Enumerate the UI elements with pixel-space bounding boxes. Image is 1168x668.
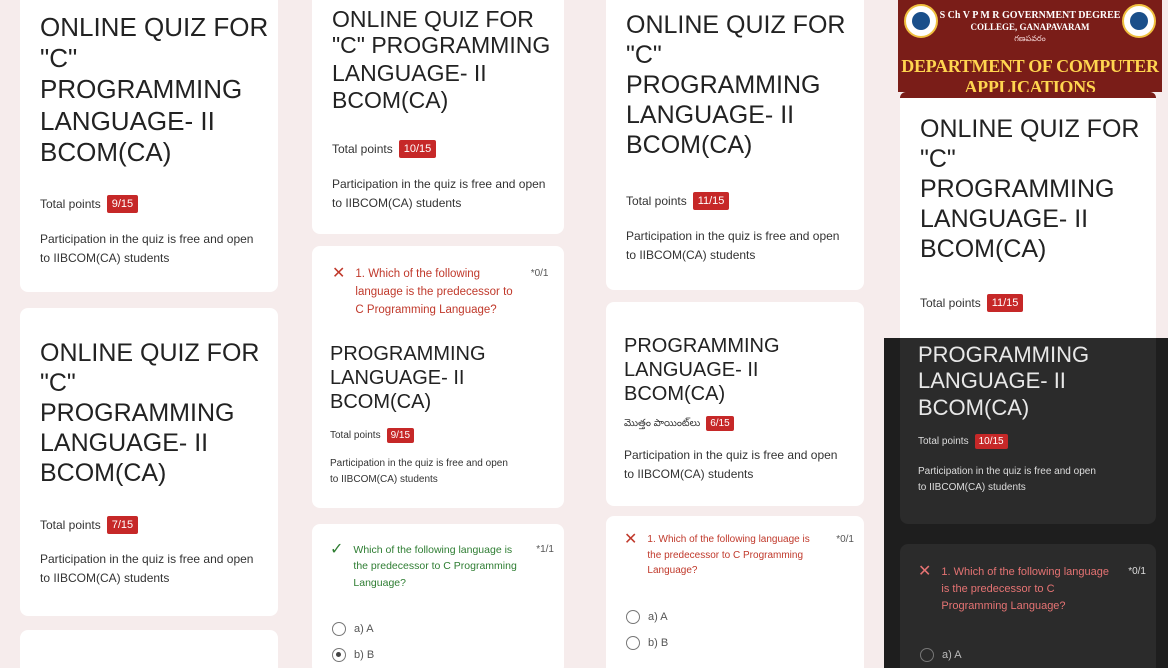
question-1[interactable]: ✕ 1. Which of the following language is … — [624, 532, 854, 579]
total-points-label: మొత్తం పాయింట్‌లు — [624, 417, 701, 429]
screenshot-tile-7: PROGRAMMING LANGUAGE- II BCOM(CA) మొత్తం ప… — [586, 338, 884, 668]
quiz-header-card: PROGRAMMING LANGUAGE- II BCOM(CA) Total po… — [900, 338, 1156, 524]
quiz-description: Participation in the quiz is free and op… — [40, 552, 254, 585]
option-a[interactable]: a) A — [332, 622, 374, 636]
total-points-label: Total points — [330, 430, 381, 441]
college-banner: S Ch V P M R GOVERNMENT DEGREE COLLEGE, … — [898, 0, 1162, 97]
option-label: a) A — [942, 649, 962, 661]
option-label: a) A — [648, 611, 668, 623]
score-badge: 10/15 — [974, 434, 1008, 449]
total-points: Total points 7/15 — [40, 516, 139, 534]
check-icon: ✓ — [330, 541, 344, 558]
total-points: Total points 9/15 — [40, 195, 139, 213]
score-badge: 6/15 — [706, 416, 734, 431]
quiz-title: ONLINE QUIZ FOR "C" PROGRAMMING LANGUAGE- I… — [40, 12, 269, 167]
question-card: ✕ 1. Which of the following language is … — [900, 544, 1156, 668]
question-1[interactable]: ✕ 1. Which of the following language is t… — [332, 265, 554, 319]
score-badge: 9/15 — [386, 428, 415, 443]
screenshot-tile-4: S Ch V P M R GOVERNMENT DEGREE COLLEGE, … — [884, 0, 1168, 338]
total-points-label: Total points — [40, 197, 101, 211]
question-points: *0/1 — [1128, 566, 1146, 577]
cross-icon: ✕ — [624, 531, 638, 548]
quiz-title: ONLINE QUIZ FOR "C" PROGRAMMING LANGUAGE- I… — [40, 339, 260, 487]
quiz-header-card: ONLINE QUIZ FOR "C" PROGRAMMING LANGUAGE- I… — [900, 92, 1156, 338]
quiz-header-card: PROGRAMMING LANGUAGE- II BCOM(CA) మొత్తం ప… — [606, 338, 864, 506]
question-card: ✕ 1. Which of the following language is … — [606, 516, 864, 668]
score-badge: 10/15 — [398, 140, 437, 158]
score-badge: 11/15 — [692, 192, 730, 210]
quiz-title: ONLINE QUIZ FOR — [332, 6, 534, 32]
question-text: 1. Which of the following language is th… — [647, 534, 810, 576]
cross-icon: ✕ — [918, 563, 932, 580]
total-points-label: Total points — [332, 142, 393, 156]
quiz-description: Participation in the quiz is free and op… — [624, 448, 838, 481]
question-points: *1/1 — [536, 544, 554, 555]
option-a[interactable]: a) A — [920, 648, 962, 662]
total-points: Total points 11/15 — [626, 192, 730, 210]
quiz-description: Participation in the quiz is free and op… — [918, 466, 1096, 493]
question-text: 1. Which of the following language is the… — [355, 268, 513, 316]
total-points-label: Total points — [918, 436, 969, 447]
quiz-header-card: ONLINE QUIZ FOR "C" PROGRAMMING LANGUAGE- I… — [606, 0, 864, 290]
option-label: a) A — [354, 623, 374, 635]
question-card — [20, 308, 278, 338]
screenshot-tile-1: ONLINE QUIZ FOR "C" PROGRAMMING LANGUAGE- I… — [0, 0, 292, 338]
quiz-title: ONLINE QUIZ FOR "C" PROGRAMMING LANGUAGE- I… — [920, 115, 1140, 263]
quiz-header-card: PROGRAMMING LANGUAGE- II BCOM(CA) Total po… — [312, 338, 564, 508]
quiz-header-card: ONLINE QUIZ FOR "C" PROGRAMMING LANGUAGE-… — [312, 0, 564, 234]
total-points: మొత్తం పాయింట్‌లు 6/15 — [624, 416, 734, 431]
total-points: Total points 10/15 — [918, 434, 1008, 449]
quiz-header-card: ONLINE QUIZ FOR "C" PROGRAMMING LANGUAGE- I… — [20, 338, 278, 616]
score-badge: 7/15 — [106, 516, 139, 534]
screenshot-tile-6: PROGRAMMING LANGUAGE- II BCOM(CA) Total po… — [292, 338, 586, 668]
question-card — [20, 630, 278, 668]
cross-icon: ✕ — [332, 265, 346, 282]
total-points-label: Total points — [920, 296, 981, 310]
screenshot-tile-3: ONLINE QUIZ FOR "C" PROGRAMMING LANGUAGE- I… — [586, 0, 884, 338]
score-badge: 9/15 — [106, 195, 139, 213]
quiz-title: PROGRAMMING LANGUAGE- II BCOM(CA) — [624, 338, 780, 405]
radio-icon[interactable] — [332, 622, 346, 636]
radio-icon[interactable] — [626, 610, 640, 624]
option-label: b) B — [354, 649, 375, 661]
option-b[interactable]: b) B — [332, 648, 374, 662]
question-1[interactable]: ✓ Which of the following language is the… — [330, 542, 554, 591]
score-badge: 11/15 — [986, 294, 1024, 312]
quiz-title: ONLINE QUIZ FOR "C" PROGRAMMING LANGUAGE- I… — [626, 11, 846, 159]
quiz-title-cont: "C" PROGRAMMING LANGUAGE- II BCOM(CA) — [332, 32, 551, 114]
quiz-header-card: ONLINE QUIZ FOR "C" PROGRAMMING LANGUAGE- I… — [20, 0, 278, 292]
screenshot-tile-8: PROGRAMMING LANGUAGE- II BCOM(CA) Total po… — [884, 338, 1168, 668]
quiz-description: Participation in the quiz is free and op… — [332, 177, 546, 210]
screenshot-tile-5: ONLINE QUIZ FOR "C" PROGRAMMING LANGUAGE- I… — [0, 338, 292, 668]
question-text: 1. Which of the following language is th… — [941, 566, 1109, 613]
total-points-label: Total points — [40, 518, 101, 532]
option-b[interactable]: b) B — [626, 636, 668, 650]
card-accent-bar — [900, 92, 1156, 98]
radio-icon[interactable] — [920, 648, 934, 662]
quiz-title: PROGRAMMING LANGUAGE- II BCOM(CA) — [918, 342, 1090, 420]
question-points: *0/1 — [530, 268, 549, 279]
question-points: *0/1 — [836, 534, 854, 545]
college-name-telugu: గణపవరం — [1014, 34, 1046, 43]
college-name-line2: COLLEGE, GANAPAVARAM — [970, 22, 1090, 32]
option-label: b) B — [648, 637, 669, 649]
radio-icon[interactable] — [626, 636, 640, 650]
screenshot-tile-2: ONLINE QUIZ FOR "C" PROGRAMMING LANGUAGE-… — [292, 0, 586, 338]
total-points: Total points 10/15 — [332, 140, 437, 158]
question-text: Which of the following language is the p… — [353, 544, 517, 589]
total-points: Total points 9/15 — [330, 428, 415, 443]
total-points: Total points 11/15 — [920, 294, 1024, 312]
question-card — [606, 302, 864, 338]
question-1[interactable]: ✕ 1. Which of the following language is … — [918, 563, 1146, 615]
total-points-label: Total points — [626, 194, 687, 208]
option-a[interactable]: a) A — [626, 610, 668, 624]
question-card: ✕ 1. Which of the following language is t… — [312, 246, 564, 338]
quiz-description: Participation in the quiz is free and op… — [330, 458, 508, 485]
quiz-description: Participation in the quiz is free and op… — [626, 229, 840, 262]
college-name-line1: S Ch V P M R GOVERNMENT DEGREE — [939, 10, 1121, 21]
quiz-title: PROGRAMMING LANGUAGE- II BCOM(CA) — [330, 343, 486, 413]
radio-selected-icon[interactable] — [332, 648, 346, 662]
question-card: ✓ Which of the following language is the… — [312, 524, 564, 668]
quiz-description: Participation in the quiz is free and op… — [40, 232, 254, 265]
